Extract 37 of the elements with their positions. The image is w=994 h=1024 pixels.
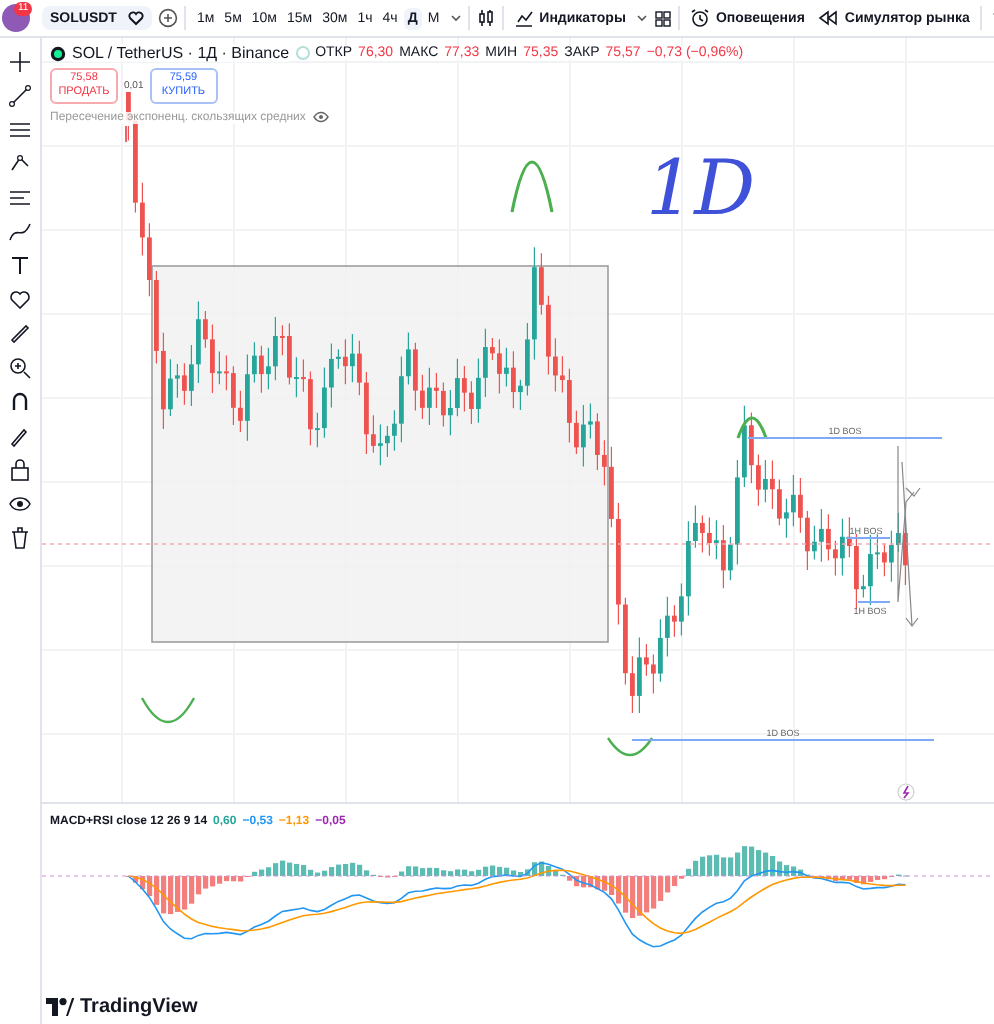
chart-line-icon: [513, 8, 534, 28]
lines-icon[interactable]: [8, 118, 32, 142]
market-status-icon: [295, 46, 310, 60]
candles-icon[interactable]: [475, 8, 496, 28]
add-icon[interactable]: [158, 8, 179, 28]
trend-line-icon[interactable]: [8, 84, 32, 108]
handwritten-label: 1D: [646, 144, 756, 232]
coin-icon: [50, 45, 66, 61]
chevron-down-icon[interactable]: [449, 12, 462, 24]
grid-icon[interactable]: [653, 9, 672, 27]
rewind-icon: [818, 8, 839, 28]
fib-icon[interactable]: [8, 186, 32, 210]
ruler-icon[interactable]: [8, 322, 32, 346]
eye-icon[interactable]: [8, 492, 32, 516]
heart-icon[interactable]: [8, 288, 32, 312]
logo-icon: [46, 998, 74, 1016]
arc-mark: [736, 416, 768, 439]
chevron-down-icon[interactable]: [635, 12, 648, 24]
text-icon[interactable]: [8, 254, 32, 278]
lock-icon[interactable]: [8, 458, 32, 482]
pen-curve-icon[interactable]: [8, 220, 32, 244]
zoom-icon[interactable]: [8, 356, 32, 380]
nodes-icon[interactable]: [8, 152, 32, 176]
alarm-clock-icon: [689, 8, 710, 28]
bos-line: [845, 537, 891, 539]
heart-icon: [128, 10, 145, 26]
smile-mark: [607, 737, 653, 757]
chart-title: SOL / TetherUS · 1Д · Binance: [72, 44, 290, 62]
smile-mark: [140, 697, 196, 723]
trash-icon[interactable]: [8, 526, 32, 550]
arc-mark: [510, 160, 554, 213]
logo-text: TradingView: [80, 996, 198, 1018]
lightning-icon: [897, 783, 915, 801]
magnet-icon[interactable]: [8, 390, 32, 414]
bos-line: [857, 601, 891, 603]
cursor-line: [125, 125, 127, 143]
crosshair-icon[interactable]: [8, 50, 32, 74]
